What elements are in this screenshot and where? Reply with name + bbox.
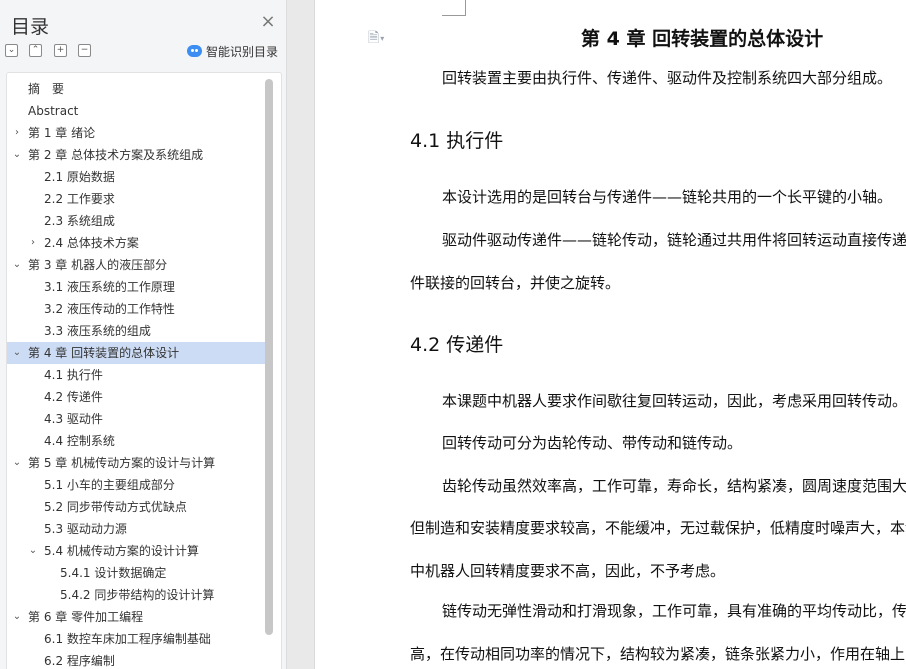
toc-list: 摘 要 Abstract › 第 1 章 绪论 ⌄ 第 2 章 总体技术方案及系统组成 2.… <box>7 78 265 669</box>
toc-item-label: 第 2 章 总体技术方案及系统组成 <box>28 148 204 162</box>
toc-item[interactable]: 4.3 驱动件 <box>7 408 265 430</box>
toc-item-label: 6.2 程序编制 <box>44 654 115 668</box>
toc-item[interactable]: 4.2 传递件 <box>7 386 265 408</box>
collapse-all-icon[interactable]: ⌄ <box>5 44 18 57</box>
toc-item-label: 第 4 章 回转装置的总体设计 <box>28 346 180 360</box>
toc-item-label: 第 6 章 零件加工编程 <box>28 610 144 624</box>
toc-item[interactable]: 5.2 同步带传动方式优缺点 <box>7 496 265 518</box>
chevron-down-icon[interactable]: ⌄ <box>27 540 39 562</box>
toc-item[interactable]: 5.4.2 同步带结构的设计计算 <box>7 584 265 606</box>
close-icon[interactable]: × <box>260 13 276 31</box>
page-corner-mark <box>442 0 466 16</box>
toc-item-label: 2.3 系统组成 <box>44 214 115 228</box>
paragraph: 但制造和安装精度要求较高，不能缓冲，无过载保护，低精度时噪声大，本课题 <box>410 519 906 537</box>
toc-item-label: 5.1 小车的主要组成部分 <box>44 478 175 492</box>
toc-item[interactable]: 6.1 数控车床加工程序编制基础 <box>7 628 265 650</box>
toc-panel: 摘 要 Abstract › 第 1 章 绪论 ⌄ 第 2 章 总体技术方案及系统组成 2.… <box>6 72 282 669</box>
document-viewer-window: 目录 × ⌄ ⌃ + − 智能识别目录 摘 要 Abstract › 第 1 章 绪论… <box>0 0 906 669</box>
toc-item[interactable]: ⌄ 第 4 章 回转装置的总体设计 <box>7 342 265 364</box>
paragraph: 中机器人回转精度要求不高，因此，不予考虑。 <box>410 562 726 580</box>
paragraph: 回转装置主要由执行件、传递件、驱动件及控制系统四大部分组成。 <box>442 69 893 87</box>
paragraph: 本课题中机器人要求作间歇往复回转运动，因此，考虑采用回转传动。 <box>442 392 906 410</box>
paragraph: 齿轮传动虽然效率高，工作可靠，寿命长，结构紧凑，圆周速度范围大， <box>442 477 906 495</box>
toc-item-label: 摘 要 <box>28 82 65 96</box>
toc-item-label: 3.2 液压传动的工作特性 <box>44 302 175 316</box>
chevron-down-icon[interactable]: ⌄ <box>11 254 23 276</box>
toc-item-label: Abstract <box>28 104 79 118</box>
add-heading-icon[interactable]: + <box>54 44 67 57</box>
toc-item[interactable]: › 第 1 章 绪论 <box>7 122 265 144</box>
toc-item-label: 2.2 工作要求 <box>44 192 115 206</box>
toc-item-label: 3.1 液压系统的工作原理 <box>44 280 175 294</box>
smart-toc-label: 智能识别目录 <box>206 44 279 59</box>
toc-item[interactable]: 4.1 执行件 <box>7 364 265 386</box>
chevron-down-icon[interactable]: ⌄ <box>11 342 23 364</box>
toc-item-label: 第 5 章 机械传动方案的设计与计算 <box>28 456 216 470</box>
toc-scrollbar[interactable] <box>265 79 273 635</box>
toc-item[interactable]: 4.4 控制系统 <box>7 430 265 452</box>
paragraph: 链传动无弹性滑动和打滑现象，工作可靠，具有准确的平均传动比，传动效率 <box>442 602 906 620</box>
toc-item[interactable]: 2.2 工作要求 <box>7 188 265 210</box>
toc-item[interactable]: ⌄ 第 3 章 机器人的液压部分 <box>7 254 265 276</box>
paragraph: 驱动件驱动传递件——链轮传动，链轮通过共用件将回转运动直接传递给 <box>442 231 906 249</box>
toc-item-label: 5.3 驱动动力源 <box>44 522 127 536</box>
toc-item-label: 4.3 驱动件 <box>44 412 103 426</box>
toc-item-label: 2.1 原始数据 <box>44 170 115 184</box>
chevron-down-icon[interactable]: ⌄ <box>11 452 23 474</box>
ai-assistant-icon <box>187 45 202 57</box>
toc-title: 目录 <box>11 16 50 38</box>
toc-item[interactable]: 6.2 程序编制 <box>7 650 265 669</box>
chevron-right-icon[interactable]: › <box>27 232 39 254</box>
remove-heading-icon[interactable]: − <box>78 44 91 57</box>
toc-item[interactable]: Abstract <box>7 100 265 122</box>
toc-item-label: 4.4 控制系统 <box>44 434 115 448</box>
toc-item-label: 5.4 机械传动方案的设计计算 <box>44 544 199 558</box>
toc-item[interactable]: 摘 要 <box>7 78 265 100</box>
toc-item[interactable]: 3.3 液压系统的组成 <box>7 320 265 342</box>
document-menu-icon[interactable]: 🗎▾ <box>368 27 398 46</box>
section-heading: 4.2 传递件 <box>410 334 504 356</box>
expand-level-icon[interactable]: ⌃ <box>29 44 42 57</box>
toc-item[interactable]: ⌄ 第 2 章 总体技术方案及系统组成 <box>7 144 265 166</box>
toc-item-label: 2.4 总体技术方案 <box>44 236 139 250</box>
paragraph: 件联接的回转台，并使之旋转。 <box>410 274 621 292</box>
toc-item-label: 5.4.2 同步带结构的设计计算 <box>60 588 215 602</box>
toc-item-label: 6.1 数控车床加工程序编制基础 <box>44 632 211 646</box>
toc-item[interactable]: ⌄ 第 6 章 零件加工编程 <box>7 606 265 628</box>
toc-item-label: 5.4.1 设计数据确定 <box>60 566 167 580</box>
paragraph: 本设计选用的是回转台与传递件——链轮共用的一个长平键的小轴。 <box>442 188 893 206</box>
toc-sidebar: 目录 × ⌄ ⌃ + − 智能识别目录 摘 要 Abstract › 第 1 章 绪论… <box>0 0 287 669</box>
toc-item[interactable]: ⌄ 5.4 机械传动方案的设计计算 <box>7 540 265 562</box>
toc-item-label: 第 3 章 机器人的液压部分 <box>28 258 168 272</box>
document-area: 🗎▾ 第 4 章 回转装置的总体设计 回转装置主要由执行件、传递件、驱动件及控制… <box>287 0 906 669</box>
toc-item[interactable]: 2.1 原始数据 <box>7 166 265 188</box>
toc-item[interactable]: 5.3 驱动动力源 <box>7 518 265 540</box>
toc-item-label: 4.1 执行件 <box>44 368 103 382</box>
toc-item[interactable]: 3.1 液压系统的工作原理 <box>7 276 265 298</box>
toc-item[interactable]: 5.4.1 设计数据确定 <box>7 562 265 584</box>
toc-item[interactable]: › 2.4 总体技术方案 <box>7 232 265 254</box>
toc-item-label: 第 1 章 绪论 <box>28 126 96 140</box>
toc-item[interactable]: 2.3 系统组成 <box>7 210 265 232</box>
toc-item[interactable]: 3.2 液压传动的工作特性 <box>7 298 265 320</box>
chevron-down-icon[interactable]: ⌄ <box>11 606 23 628</box>
toc-item-label: 4.2 传递件 <box>44 390 103 404</box>
smart-toc-button[interactable]: 智能识别目录 <box>187 43 278 59</box>
section-heading: 4.1 执行件 <box>410 130 504 152</box>
toc-item[interactable]: ⌄ 第 5 章 机械传动方案的设计与计算 <box>7 452 265 474</box>
chevron-right-icon[interactable]: › <box>11 122 23 144</box>
toc-item-label: 5.2 同步带传动方式优缺点 <box>44 500 187 514</box>
chevron-down-icon[interactable]: ⌄ <box>11 144 23 166</box>
toc-item[interactable]: 5.1 小车的主要组成部分 <box>7 474 265 496</box>
paragraph: 高，在传动相同功率的情况下，结构较为紧凑，链条张紧力小，作用在轴上的 <box>410 645 906 663</box>
paragraph: 回转传动可分为齿轮传动、带传动和链传动。 <box>442 434 743 452</box>
toc-item-label: 3.3 液压系统的组成 <box>44 324 151 338</box>
chapter-title: 第 4 章 回转装置的总体设计 <box>581 28 824 50</box>
